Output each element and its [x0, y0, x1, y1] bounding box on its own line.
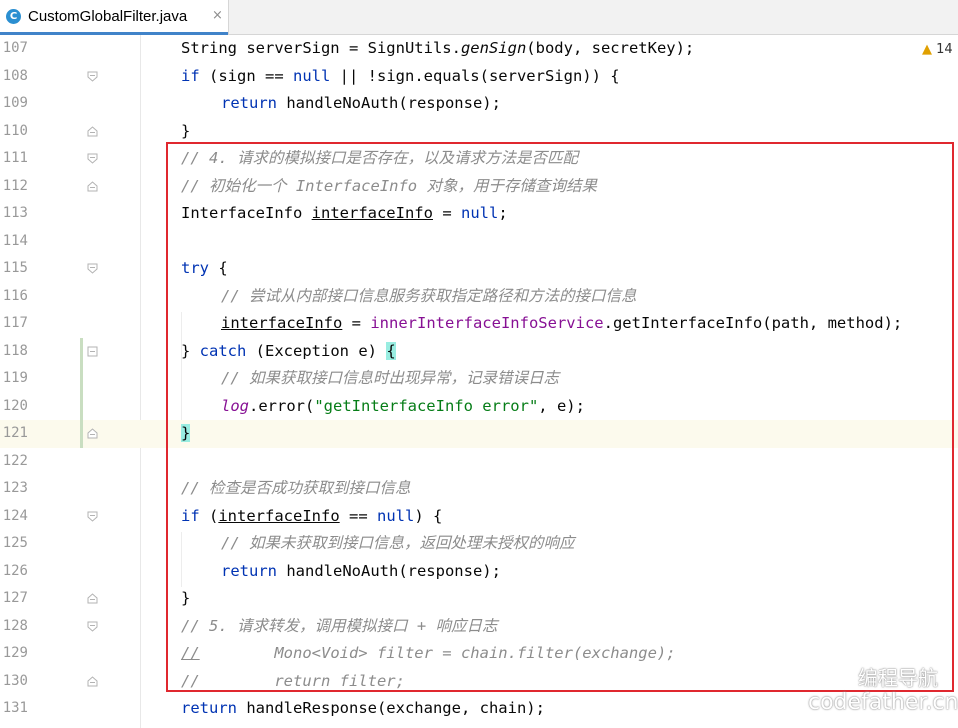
- line-number[interactable]: 112: [0, 173, 28, 201]
- warning-count: 14: [936, 42, 953, 57]
- line-number[interactable]: 130: [0, 668, 28, 696]
- line-number[interactable]: 116: [0, 283, 28, 311]
- line-number[interactable]: 108: [0, 63, 28, 91]
- line-number[interactable]: 109: [0, 90, 28, 118]
- close-icon[interactable]: ×: [212, 8, 223, 23]
- fold-start-icon[interactable]: [87, 71, 98, 82]
- line-number[interactable]: 114: [0, 228, 28, 256]
- fold-start-icon[interactable]: [87, 621, 98, 632]
- line-number[interactable]: 111: [0, 145, 28, 173]
- line-number[interactable]: 121: [0, 420, 28, 448]
- fold-start-icon[interactable]: [87, 153, 98, 164]
- line-number[interactable]: 107: [0, 35, 28, 63]
- line-number[interactable]: 115: [0, 255, 28, 283]
- line-number[interactable]: 124: [0, 503, 28, 531]
- tab-custom-global-filter[interactable]: C CustomGlobalFilter.java ×: [0, 0, 229, 35]
- line-number[interactable]: 125: [0, 530, 28, 558]
- line-number[interactable]: 113: [0, 200, 28, 228]
- fold-end-icon[interactable]: [87, 593, 98, 604]
- code-text[interactable]: }: [181, 118, 190, 146]
- line-number[interactable]: 131: [0, 695, 28, 723]
- fold-end-icon[interactable]: [87, 180, 98, 192]
- fold-start-icon[interactable]: [87, 511, 98, 522]
- fold-end-icon[interactable]: [87, 675, 98, 687]
- code-text[interactable]: return handleNoAuth(response);: [221, 90, 501, 118]
- line-number[interactable]: 128: [0, 613, 28, 641]
- line-number[interactable]: 122: [0, 448, 28, 476]
- code-line[interactable]: 108 if (sign == null || !sign.equals(ser…: [0, 63, 958, 91]
- vcs-change-marker[interactable]: [80, 392, 83, 420]
- line-number[interactable]: 117: [0, 310, 28, 338]
- highlight-box: [166, 142, 954, 692]
- watermark-url: codefather.cn: [808, 690, 958, 715]
- fold-start-icon[interactable]: [87, 263, 98, 274]
- vcs-change-marker[interactable]: [80, 365, 83, 393]
- editor-tab-bar: C CustomGlobalFilter.java ×: [0, 0, 958, 35]
- vcs-change-marker[interactable]: [80, 420, 83, 448]
- watermark-cn: 编程导航: [858, 666, 938, 690]
- line-number[interactable]: 120: [0, 393, 28, 421]
- fold-end-icon[interactable]: [87, 125, 98, 137]
- tab-filename: CustomGlobalFilter.java: [28, 8, 188, 25]
- line-number[interactable]: 127: [0, 585, 28, 613]
- code-text[interactable]: if (sign == null || !sign.equals(serverS…: [181, 63, 620, 91]
- java-class-icon: C: [6, 9, 21, 24]
- line-number[interactable]: 119: [0, 365, 28, 393]
- fold-end-icon[interactable]: [87, 428, 98, 439]
- warning-icon: ▲: [922, 42, 932, 57]
- inspection-widget[interactable]: ▲ 14: [922, 42, 953, 57]
- code-text[interactable]: return handleResponse(exchange, chain);: [181, 695, 545, 723]
- line-number[interactable]: 123: [0, 475, 28, 503]
- line-number[interactable]: 118: [0, 338, 28, 366]
- code-line[interactable]: 107 String serverSign = SignUtils.genSig…: [0, 35, 958, 63]
- code-line[interactable]: 109 return handleNoAuth(response);: [0, 90, 958, 118]
- line-number[interactable]: 129: [0, 640, 28, 668]
- line-number[interactable]: 110: [0, 118, 28, 146]
- fold-toggle-icon[interactable]: [87, 346, 98, 357]
- code-text[interactable]: String serverSign = SignUtils.genSign(bo…: [181, 35, 694, 63]
- line-number[interactable]: 126: [0, 558, 28, 586]
- code-line[interactable]: 110 }: [0, 118, 958, 146]
- vcs-change-marker[interactable]: [80, 337, 83, 365]
